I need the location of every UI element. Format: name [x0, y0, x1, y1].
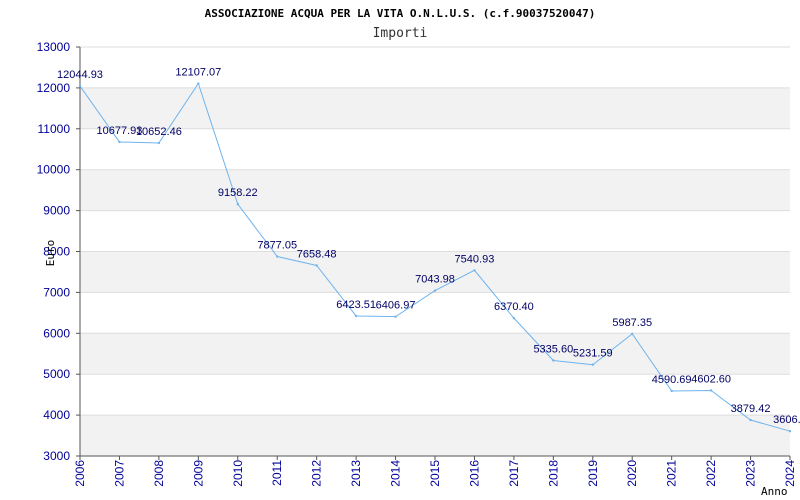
y-tick-label: 4000: [43, 408, 70, 422]
x-tick-label: 2007: [112, 460, 126, 487]
plot-band: [80, 415, 790, 456]
x-tick-label: 2009: [191, 460, 205, 487]
plot-band: [80, 251, 790, 293]
data-point: [788, 429, 792, 433]
x-tick-label: 2011: [270, 460, 284, 486]
x-tick-label: 2012: [310, 460, 324, 487]
data-point: [315, 264, 318, 267]
x-tick-label: 2016: [467, 460, 481, 487]
data-label: 4602.60: [691, 373, 731, 385]
x-tick-label: 2023: [744, 460, 758, 487]
data-label: 7043.98: [415, 274, 455, 286]
data-point: [591, 363, 594, 366]
data-label: 5335.60: [533, 343, 573, 355]
y-tick-label: 3000: [43, 449, 70, 463]
y-tick-label: 7000: [43, 285, 70, 299]
x-tick-labels: 2006 2007 2008 2009 2010 2011 2012 2013 2014 2015…: [73, 456, 797, 487]
y-tick-label: 13000: [37, 40, 71, 54]
data-point: [512, 316, 516, 320]
data-point: [197, 82, 200, 85]
x-tick-label: 2013: [349, 460, 363, 487]
x-tick-label: 2024: [783, 460, 797, 487]
data-point: [631, 332, 634, 336]
x-tick-label: 2020: [625, 460, 639, 487]
data-label: 9158.22: [218, 187, 258, 199]
x-tick-label: 2017: [507, 460, 521, 487]
data-label: 3606.4: [773, 414, 800, 426]
data-label: 5231.59: [573, 348, 613, 360]
x-tick-label: 2006: [73, 460, 87, 487]
data-label: 7658.48: [297, 248, 337, 260]
y-tick-label: 11000: [38, 122, 71, 136]
y-tick-label: 10000: [37, 163, 71, 177]
x-tick-label: 2010: [231, 460, 245, 487]
x-tick-label: 2021: [665, 460, 679, 487]
data-label: 6370.40: [494, 301, 534, 313]
data-point: [394, 315, 397, 318]
data-point: [552, 359, 555, 362]
y-tick-label: 9000: [43, 204, 70, 218]
data-point: [354, 314, 358, 318]
plot-band: [80, 333, 790, 375]
chart-title: ASSOCIAZIONE ACQUA PER LA VITA O.N.L.U.S…: [205, 7, 596, 20]
y-tick-label: 6000: [43, 326, 70, 340]
data-label: 6423.51: [336, 299, 376, 311]
data-point: [473, 269, 476, 272]
data-label: 5987.35: [612, 317, 652, 329]
data-label: 3879.42: [731, 403, 771, 415]
data-point: [709, 389, 713, 392]
data-label: 12107.07: [175, 67, 221, 79]
data-label: 7877.05: [257, 240, 297, 252]
data-point: [433, 289, 437, 292]
y-axis-title: Euro: [44, 240, 57, 267]
x-tick-label: 2018: [546, 460, 560, 487]
plot-band: [80, 169, 790, 211]
x-axis-title: Anno: [761, 485, 788, 498]
x-tick-label: 2022: [704, 460, 718, 487]
y-tick-label: 5000: [43, 367, 70, 381]
data-point: [276, 255, 279, 258]
x-tick-label: 2008: [152, 460, 166, 487]
data-label: 6406.97: [376, 300, 416, 312]
data-point: [670, 389, 673, 393]
data-label: 10652.46: [136, 126, 182, 138]
x-tick-label: 2015: [428, 460, 442, 487]
data-label: 4590.69: [652, 374, 692, 386]
data-point: [749, 418, 752, 422]
data-point: [78, 84, 82, 88]
x-tick-label: 2019: [586, 460, 600, 487]
chart-subtitle: Importi: [373, 26, 428, 41]
x-tick-label: 2014: [389, 460, 403, 487]
data-point: [236, 202, 239, 206]
line-chart: ASSOCIAZIONE ACQUA PER LA VITA O.N.L.U.S…: [37, 7, 800, 498]
plot-background-bands: [80, 87, 790, 456]
y-tick-label: 12000: [37, 81, 71, 95]
data-label: 7540.93: [455, 253, 495, 265]
data-point: [118, 140, 121, 144]
data-label: 12044.93: [57, 69, 103, 81]
data-point: [157, 141, 161, 145]
plot-band: [80, 87, 790, 129]
